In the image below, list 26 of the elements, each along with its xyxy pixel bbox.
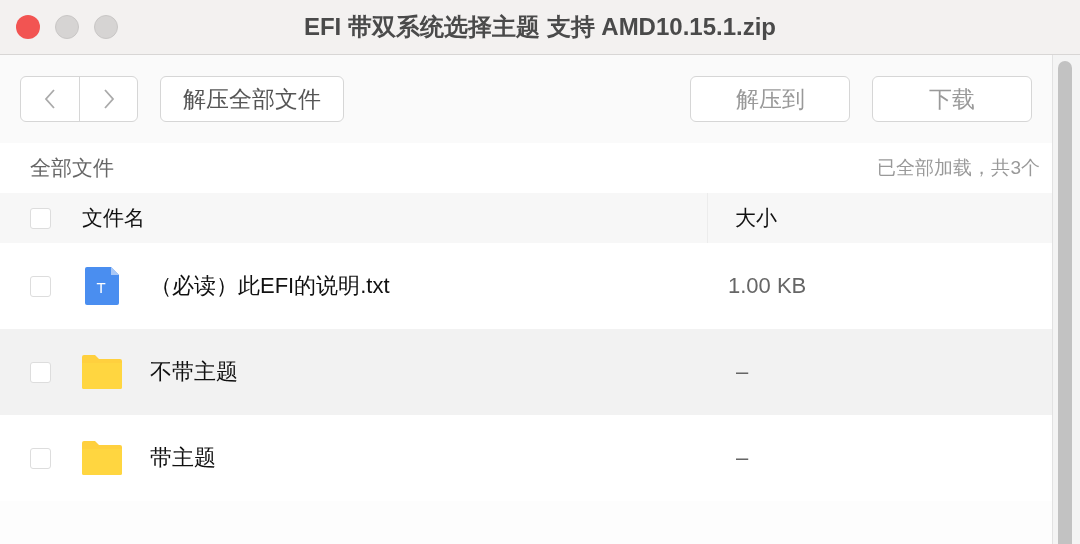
zoom-button[interactable] [94,15,118,39]
chevron-right-icon [102,88,115,110]
breadcrumb[interactable]: 全部文件 [30,154,114,182]
load-status: 已全部加载，共3个 [877,156,1040,180]
window-title: EFI 带双系统选择主题 支持 AMD10.15.1.zip [303,12,777,42]
file-name: 带主题 [150,444,217,472]
chevron-left-icon [44,88,56,110]
extract-all-button[interactable]: 解压全部文件 [160,76,344,122]
file-name: 不带主题 [150,358,239,386]
scrollbar[interactable] [1052,55,1080,544]
file-name: （必读）此EFI的说明.txt [150,272,391,300]
row-checkbox[interactable] [30,447,51,469]
folder-icon [82,355,122,389]
select-all-checkbox[interactable] [30,207,51,229]
file-size: – [736,445,749,471]
close-button[interactable] [16,15,40,39]
minimize-button[interactable] [55,15,79,39]
text-file-icon: T [85,267,119,305]
row-checkbox[interactable] [30,361,51,383]
file-size: – [736,359,749,385]
row-checkbox[interactable] [30,275,51,297]
file-size: 1.00 KB [728,273,807,299]
scroll-thumb[interactable] [1058,61,1072,544]
folder-icon [82,441,122,475]
column-header[interactable]: 大小 [735,204,777,232]
file-row[interactable]: 不带主题 – [0,329,1052,415]
